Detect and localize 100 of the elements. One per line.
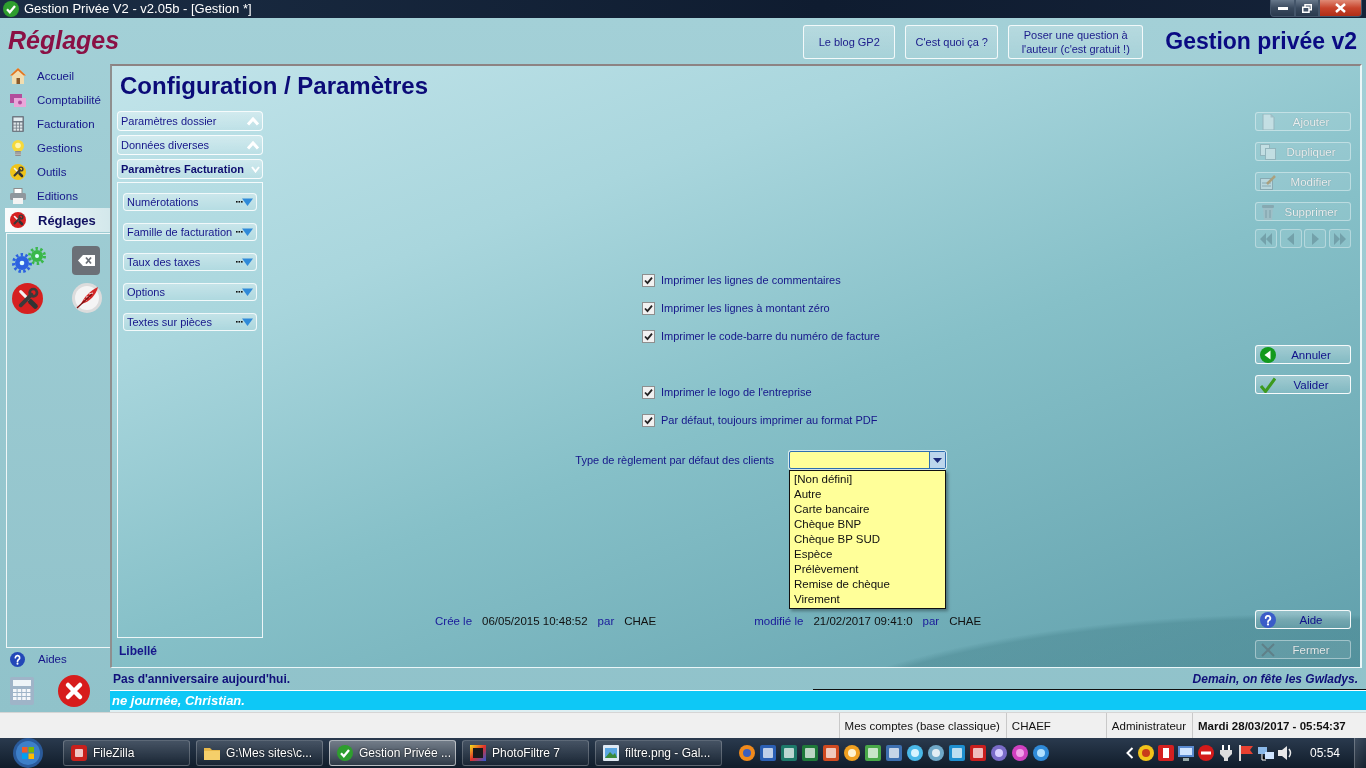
checkbox[interactable] [642, 329, 655, 343]
round-app-icon[interactable] [844, 745, 860, 761]
taskbar-button[interactable]: filtre.png - Gal... [595, 740, 722, 766]
confirm-button[interactable]: Annuler [1255, 345, 1351, 364]
app-tile-icon[interactable] [760, 745, 776, 761]
section-title: Réglages [8, 25, 120, 55]
help-menu-item[interactable]: Aides [5, 648, 67, 670]
dropdown-arrow-icon [236, 228, 253, 236]
flag-icon[interactable] [1237, 745, 1254, 761]
round-app-icon[interactable] [739, 745, 755, 761]
accordion-header[interactable]: Paramètres dossier [117, 111, 263, 131]
network-icon[interactable] [1257, 745, 1274, 761]
sidebar-item[interactable]: Outils [5, 160, 110, 184]
app-tile-icon[interactable] [781, 745, 797, 761]
accordion-header[interactable]: Données diverses [117, 135, 263, 155]
double-right-arrow-icon [1331, 230, 1348, 247]
dropdown-option[interactable]: Chèque BP SUD [790, 532, 945, 547]
restore-icon [1302, 3, 1312, 13]
gears-icon[interactable] [12, 247, 46, 273]
checkbox-label: Imprimer le code-barre du numéro de facture [661, 330, 880, 342]
dropdown-arrow-icon [236, 288, 253, 296]
edit-sheet-icon [1260, 173, 1276, 190]
speaker-icon[interactable] [1277, 745, 1294, 761]
app-tile-icon[interactable] [886, 745, 902, 761]
record-label: Crée le [435, 615, 473, 627]
accordion-header[interactable]: Paramètres Facturation [117, 159, 263, 179]
restore-button[interactable] [1295, 0, 1319, 17]
app-tile-icon[interactable] [865, 745, 881, 761]
submenu-button[interactable]: Numérotations [123, 193, 257, 211]
page-title: Configuration / Paramètres [120, 72, 429, 100]
checkbox-label: Imprimer le logo de l'entreprise [661, 386, 812, 398]
submenu-button[interactable]: Taux des taxes [123, 253, 257, 271]
chevron-left-icon[interactable] [1125, 747, 1134, 759]
submenu-button[interactable]: Options [123, 283, 257, 301]
help-icon [1260, 611, 1276, 628]
round-app-icon[interactable] [907, 745, 923, 761]
sidebar-item[interactable]: Accueil [5, 64, 110, 88]
check-badge-icon [337, 745, 353, 761]
tools-badge-icon [10, 212, 26, 228]
sidebar-item[interactable]: Réglages [5, 208, 110, 232]
app-tile-icon[interactable] [1157, 745, 1174, 761]
checkbox[interactable] [642, 385, 655, 399]
taskbar-button[interactable]: FileZilla [63, 740, 190, 766]
header-link-button[interactable]: Le blog GP2 [803, 25, 896, 59]
header-link-button[interactable]: C'est quoi ça ? [905, 25, 999, 59]
dropdown-option[interactable]: Carte bancaire [790, 502, 945, 517]
banknotes-icon [10, 92, 26, 108]
sidebar-item[interactable]: Editions [5, 184, 110, 208]
status-text: CHAEF [1011, 719, 1051, 732]
checkbox[interactable] [642, 273, 655, 287]
gradient-tile-icon [470, 745, 486, 761]
close-badge-icon[interactable] [58, 675, 90, 707]
dropdown-option[interactable]: Prélèvement [790, 562, 945, 577]
dropdown-option[interactable]: [Non défini] [790, 472, 945, 487]
record-date: 21/02/2017 09:41:0 [813, 615, 913, 627]
sidebar-item[interactable]: Comptabilité [5, 88, 110, 112]
app-tile-icon[interactable] [949, 745, 965, 761]
checkbox[interactable] [642, 413, 655, 427]
minimize-button[interactable] [1270, 0, 1295, 17]
sidebar-item[interactable]: Facturation [5, 112, 110, 136]
tools-badge-icon[interactable] [12, 282, 43, 314]
dropdown-option[interactable]: Virement [790, 592, 945, 607]
header-link-button[interactable]: Poser une question à l'auteur (c'est gratuit !) [1008, 25, 1144, 59]
round-app-icon[interactable] [928, 745, 944, 761]
taskbar-button[interactable]: PhotoFiltre 7 [462, 740, 589, 766]
show-desktop-button[interactable] [1354, 738, 1366, 768]
dropdown-option[interactable]: Autre [790, 487, 945, 502]
feather-badge-icon[interactable] [72, 283, 102, 313]
clock[interactable]: 05:54 [1309, 746, 1340, 760]
confirm-button[interactable]: Valider [1255, 375, 1351, 394]
taskbar-button[interactable]: G:\Mes sites\c... [196, 740, 323, 766]
blocked-icon[interactable] [1197, 745, 1214, 761]
round-app-icon[interactable] [991, 745, 1007, 761]
footer-button[interactable]: Aide [1255, 610, 1351, 629]
taskbar-button[interactable]: Gestion Privée ... [329, 740, 456, 766]
submenu-button[interactable]: Textes sur pièces [123, 313, 257, 331]
close-button[interactable] [1319, 0, 1362, 17]
checkbox[interactable] [642, 301, 655, 315]
record-label: par [597, 615, 615, 627]
app-tile-icon[interactable] [823, 745, 839, 761]
dropdown-option[interactable]: Chèque BNP [790, 517, 945, 532]
dropdown-option[interactable]: Espèce [790, 547, 945, 562]
sidebar-item[interactable]: Gestions [5, 136, 110, 160]
plug-icon[interactable] [1217, 745, 1234, 761]
status-text: Mes comptes (base classique) [844, 719, 1000, 732]
round-app-icon[interactable] [1033, 745, 1049, 761]
window-title: Gestion Privée V2 - v2.05b - [Gestion *] [24, 1, 252, 17]
submenu-button[interactable]: Famille de facturation [123, 223, 257, 241]
check-icon [1260, 376, 1276, 393]
app-tile-icon[interactable] [802, 745, 818, 761]
house-icon [10, 68, 26, 84]
record-date: 06/05/2015 10:48:52 [482, 615, 588, 627]
dropdown-option[interactable]: Remise de chèque [790, 577, 945, 592]
round-badge-icon[interactable] [1137, 745, 1154, 761]
round-app-icon[interactable] [1012, 745, 1028, 761]
payment-type-dropdown[interactable] [789, 451, 946, 469]
app-tile-icon[interactable] [970, 745, 986, 761]
name-day-message: Demain, on fête les Gwladys. [1192, 672, 1358, 686]
monitor-icon[interactable] [1177, 745, 1194, 761]
backspace-key-icon[interactable] [72, 245, 100, 275]
